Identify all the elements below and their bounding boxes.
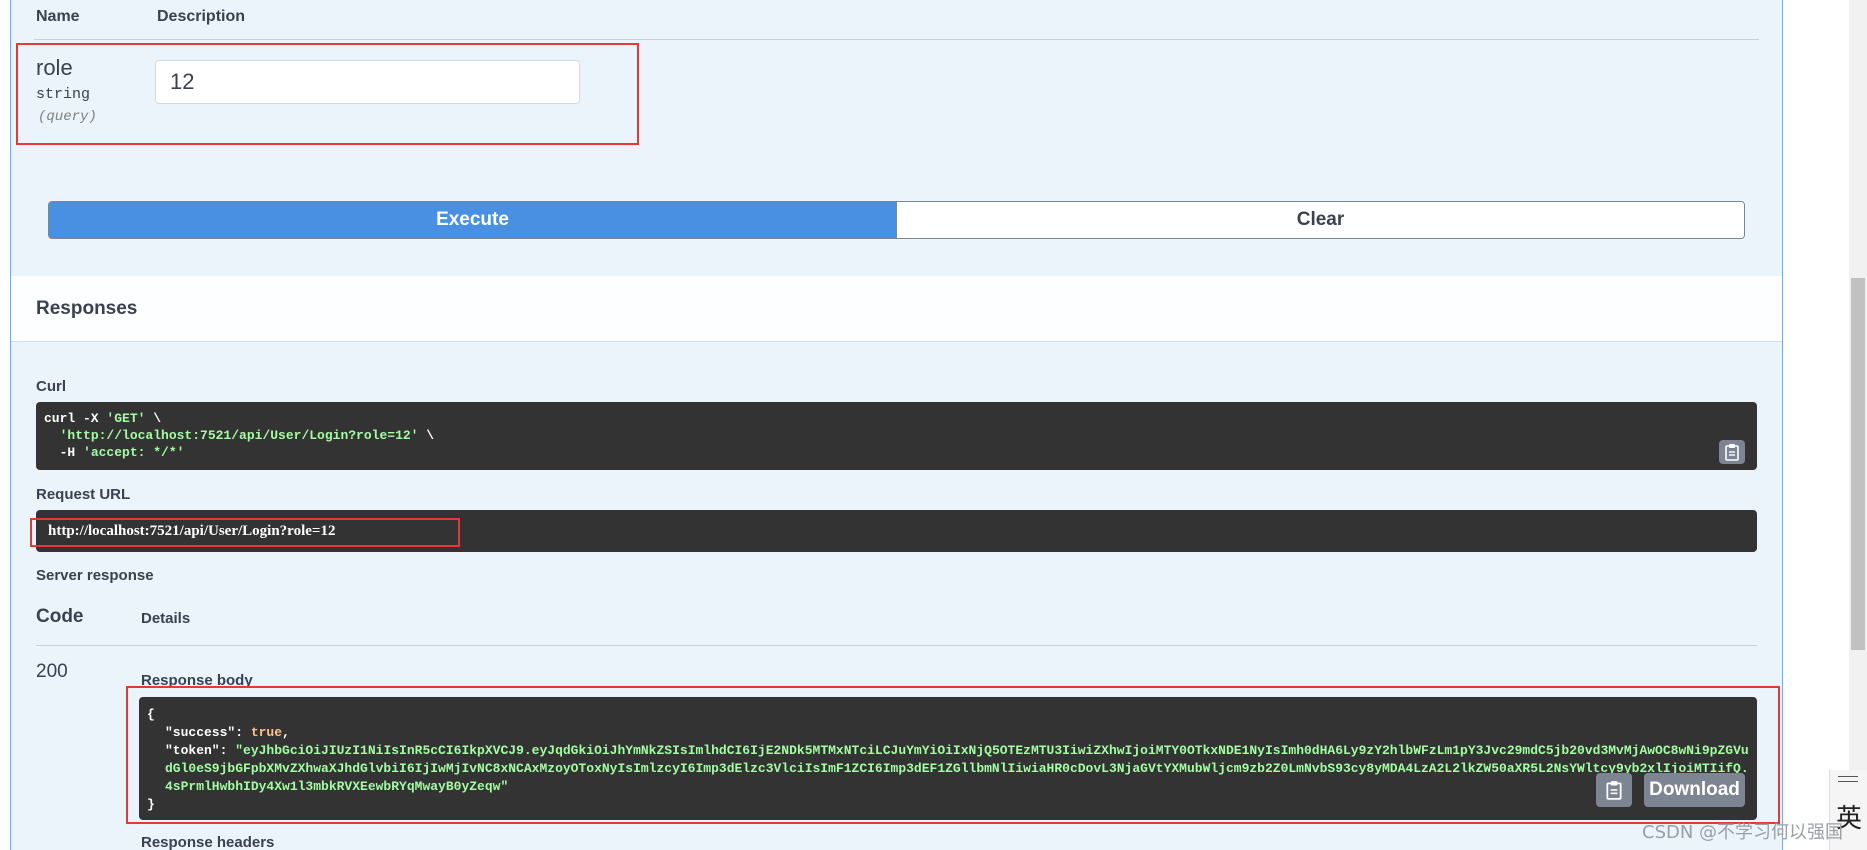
response-copy-button[interactable]: [1596, 773, 1632, 807]
download-button[interactable]: Download: [1644, 773, 1745, 807]
curl-code-block: curl -X 'GET' \ 'http://localhost:7521/a…: [36, 402, 1757, 470]
body-success-line: "success": true,: [165, 725, 290, 740]
curl-label: Curl: [36, 378, 66, 395]
code-header: Code: [36, 606, 84, 627]
status-code: 200: [36, 661, 68, 682]
clipboard-icon: [1606, 781, 1622, 800]
curl-copy-button[interactable]: [1719, 440, 1745, 464]
clear-button[interactable]: Clear: [896, 202, 1744, 238]
body-success-value: true: [250, 725, 283, 740]
curl-cont-1: \: [145, 411, 162, 426]
details-header: Details: [141, 610, 191, 627]
watermark: CSDN @不学习何以强国: [1642, 822, 1844, 843]
param-role-name: role: [36, 55, 73, 80]
scrollbar-thumb[interactable]: [1851, 278, 1865, 650]
param-header-name: Name: [36, 8, 80, 25]
body-token-line: "token": "eyJhbGciOiJIUzI1NiIsInR5cCI6Ik…: [165, 743, 1749, 794]
body-close-brace: }: [147, 797, 155, 812]
response-table-divider: [36, 645, 1757, 646]
param-role-location: (query): [38, 109, 97, 125]
curl-url: 'http://localhost:7521/api/User/Login?ro…: [59, 428, 419, 443]
execute-clear-group: Execute Clear: [48, 201, 1745, 239]
body-open-brace: {: [147, 707, 155, 722]
curl-cont-2: \: [418, 428, 435, 443]
responses-header: Responses: [11, 276, 1782, 342]
curl-method: 'GET': [106, 411, 146, 426]
param-role-type: string: [36, 86, 91, 103]
execute-button[interactable]: Execute: [49, 202, 896, 238]
body-token-value: "eyJhbGciOiJIUzI1NiIsInR5cCI6IkpXVCJ9.ey…: [165, 743, 1749, 794]
ime-menu-icon: [1838, 776, 1858, 786]
server-response-label: Server response: [36, 567, 154, 584]
curl-cmd: curl -X: [44, 411, 107, 426]
response-headers-label: Response headers: [141, 834, 275, 850]
clipboard-icon: [1725, 444, 1739, 461]
body-success-key: "success": [165, 725, 236, 740]
param-header-description: Description: [157, 8, 246, 25]
param-header-divider: [34, 39, 1759, 40]
response-body-block: { "success": true, "token": "eyJhbGciOiJ…: [139, 697, 1757, 820]
responses-title: Responses: [36, 298, 138, 319]
request-url-label: Request URL: [36, 486, 131, 503]
curl-header: 'accept: */*': [83, 445, 185, 460]
response-body-label: Response body: [141, 672, 253, 689]
role-input[interactable]: [155, 60, 580, 104]
request-url-value: http://localhost:7521/api/User/Login?rol…: [48, 523, 336, 539]
request-url-block: http://localhost:7521/api/User/Login?rol…: [36, 510, 1757, 552]
curl-flag: -H: [44, 445, 84, 460]
body-token-key: "token": [165, 743, 220, 758]
